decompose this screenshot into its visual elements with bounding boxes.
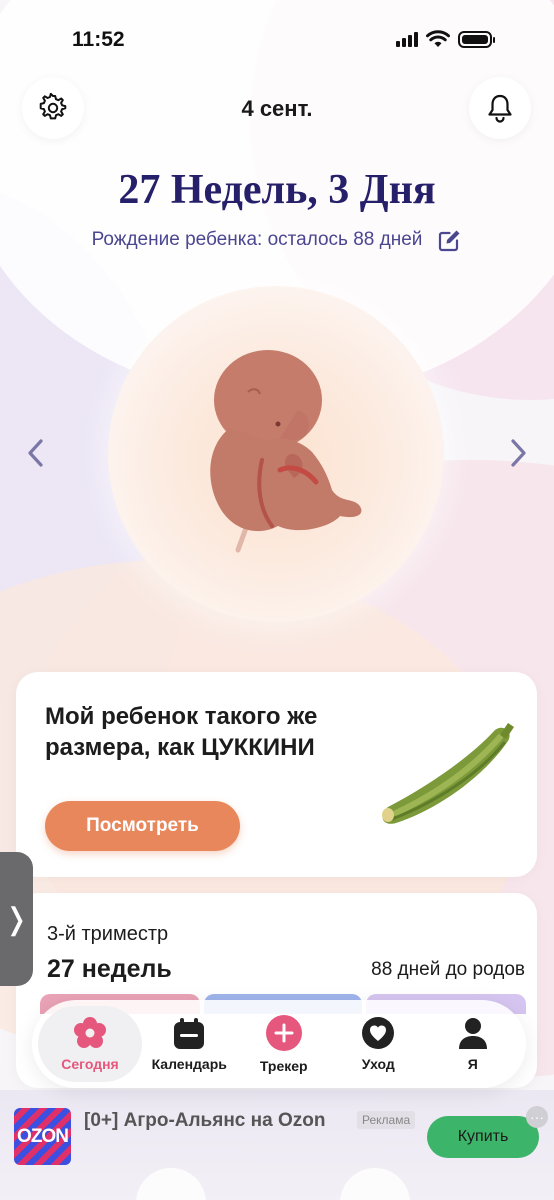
cellular-signal-icon: [396, 31, 418, 47]
tab-label: Уход: [361, 1056, 395, 1072]
birth-countdown-row: Рождение ребенка: осталось 88 дней: [0, 228, 554, 252]
wifi-icon: [426, 30, 450, 47]
pregnancy-weeks-title: 27 Недель, 3 Дня: [118, 167, 436, 213]
notifications-button[interactable]: [469, 77, 531, 139]
prev-week-chevron-icon[interactable]: [24, 436, 48, 470]
edit-icon[interactable]: [438, 228, 462, 252]
buy-button[interactable]: Купить: [427, 1116, 539, 1158]
birth-countdown-text: Рождение ребенка: осталось 88 дней: [91, 229, 423, 250]
bottom-tab-bar: Сегодня Календарь Трекер Уход Я: [32, 1000, 526, 1088]
status-icons: [396, 30, 495, 48]
tab-label: Трекер: [259, 1058, 308, 1074]
ad-badge: Реклама: [357, 1111, 416, 1129]
view-size-button[interactable]: Посмотреть: [45, 801, 240, 851]
tab-label: Календарь: [151, 1056, 227, 1072]
ozon-logo: OZON: [14, 1108, 71, 1165]
calendar-icon: [174, 1018, 205, 1049]
ad-banner[interactable]: OZON [0+] Агро-Альянс на Ozon Реклама Ку…: [0, 1090, 554, 1200]
tab-calendar[interactable]: Календарь: [142, 1006, 237, 1082]
size-comparison-card: Мой ребенок такого же размера, как ЦУККИ…: [16, 672, 537, 877]
side-drawer-tab[interactable]: ❭: [0, 852, 33, 986]
tab-label: Я: [467, 1056, 478, 1072]
trimester-label: 3-й триместр: [47, 923, 169, 945]
tab-today[interactable]: Сегодня: [38, 1006, 142, 1082]
tab-profile[interactable]: Я: [426, 1006, 521, 1082]
fetus-illustration: [210, 350, 362, 553]
bell-icon: [488, 94, 512, 123]
ozon-logo-text: OZON: [17, 1125, 69, 1147]
ad-title[interactable]: [0+] Агро-Альянс на Ozon: [84, 1110, 325, 1132]
tab-care[interactable]: Уход: [331, 1006, 426, 1082]
tab-label: Сегодня: [61, 1056, 119, 1072]
plus-circle-icon: [265, 1015, 302, 1051]
size-comparison-text: Мой ребенок такого же размера, как ЦУККИ…: [45, 703, 318, 762]
battery-icon: [458, 30, 495, 48]
days-until-birth: 88 дней до родов: [371, 959, 525, 980]
decorative-circle: [136, 1168, 206, 1200]
zucchini-illustration: [382, 723, 514, 824]
status-time: 11:52: [72, 28, 125, 51]
flower-icon: [74, 1017, 106, 1048]
trimester-weeks: 27 недель: [47, 955, 172, 983]
more-options-icon[interactable]: ···: [526, 1106, 548, 1128]
person-icon: [458, 1018, 487, 1049]
next-week-chevron-icon[interactable]: [506, 436, 530, 470]
side-tab-chevron-icon: ❭: [3, 902, 30, 936]
decorative-circle: [340, 1168, 410, 1200]
heart-icon: [362, 1017, 395, 1049]
tab-tracker[interactable]: Трекер: [237, 1006, 332, 1082]
